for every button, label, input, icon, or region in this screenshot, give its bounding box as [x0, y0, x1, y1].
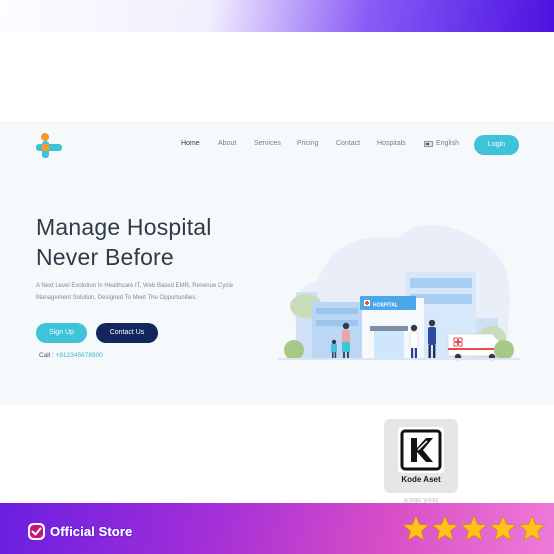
nav-pricing[interactable]: Pricing: [297, 140, 318, 152]
call-label: Call :: [39, 352, 54, 359]
k-letter-icon: [400, 429, 442, 471]
signup-button[interactable]: Sign Up: [36, 323, 87, 343]
official-store-label: Official Store: [50, 524, 133, 539]
nav-hospitals[interactable]: Hospitals: [377, 140, 406, 152]
logo-icon[interactable]: [36, 132, 62, 160]
hero-subtitle: A Next Level Evolution In Healthcare IT,…: [36, 283, 233, 301]
hero-title-line1: Manage Hospital: [36, 214, 212, 240]
star-icon: [460, 515, 488, 541]
official-store-badge-icon: [28, 523, 45, 540]
hero-title: Manage Hospital Never Before: [36, 212, 266, 272]
watermark-logo: Kode Aset: [384, 419, 458, 493]
hospital-sign-text: HOSPITAL: [373, 303, 398, 309]
nav-home[interactable]: Home: [181, 140, 200, 152]
star-icon: [431, 515, 459, 541]
star-icon: [518, 515, 546, 541]
flag-icon: [424, 140, 433, 147]
nav-about[interactable]: About: [218, 140, 236, 152]
language-label: English: [436, 140, 459, 147]
screenshot-canvas: Home About Services Pricing Contact Hosp…: [0, 0, 554, 554]
login-button[interactable]: Login: [474, 135, 519, 155]
contact-us-button[interactable]: Contact Us: [96, 323, 158, 343]
star-icon: [489, 515, 517, 541]
top-gradient-band: [0, 0, 554, 32]
hospital-illustration: HOSPITAL: [278, 224, 520, 361]
call-number-link[interactable]: +912345678900: [56, 352, 103, 359]
nav-services[interactable]: Services: [254, 140, 281, 152]
watermark-reflection: Kode Aset: [403, 496, 439, 503]
star-icon: [402, 515, 430, 541]
watermark-k-box: [398, 427, 444, 473]
rating-stars: [402, 515, 546, 541]
hero-title-line2: Never Before: [36, 244, 174, 270]
language-selector[interactable]: English: [424, 140, 459, 147]
watermark-text: Kode Aset: [401, 475, 441, 484]
call-line: Call : +912345678900: [39, 352, 103, 359]
nav-contact[interactable]: Contact: [336, 140, 360, 152]
